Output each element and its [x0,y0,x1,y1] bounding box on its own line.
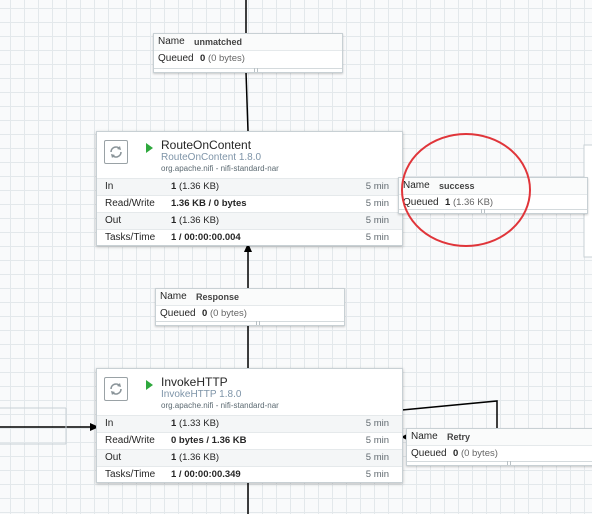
connection-name-label: Name [411,431,438,442]
connection-queued-value: 0 (0 bytes) [202,308,247,319]
connection-name-row: Name Retry [407,429,592,446]
queue-progress-bar [407,461,592,465]
connection-queued-row: Queued 0 (0 bytes) [407,446,592,462]
processor-type: InvokeHTTP 1.8.0 [161,389,242,400]
stat-value: 1 (1.36 KB) [171,452,220,463]
stat-row-tasks-time: Tasks/Time 1 / 00:00:00.349 5 min [97,466,402,483]
stat-time: 5 min [365,452,389,463]
queue-progress-bar [156,321,344,325]
stat-row-out: Out 1 (1.36 KB) 5 min [97,449,402,466]
connection-name-label: Name [160,291,187,302]
processor-icon [104,377,128,401]
processor-invoke-http[interactable]: InvokeHTTP InvokeHTTP 1.8.0 org.apache.n… [96,368,403,483]
connection-name: Retry [447,432,471,442]
connection-name-row: Name Response [156,289,344,306]
stat-time: 5 min [365,418,389,429]
stat-label: Tasks/Time [105,469,156,480]
processor-bundle: org.apache.nifi - nifi-standard-nar [161,401,279,410]
connection-name: Response [196,292,240,302]
stat-row-read-write: Read/Write 0 bytes / 1.36 KB 5 min [97,432,402,449]
stat-row-in: In 1 (1.33 KB) 5 min [97,415,402,432]
stat-label: In [105,418,114,429]
connection-response[interactable]: Name Response Queued 0 (0 bytes) [155,288,345,326]
stat-time: 5 min [365,435,389,446]
stat-label: Out [105,452,122,463]
processor-name: InvokeHTTP [161,375,228,389]
stat-time: 5 min [365,469,389,480]
processor-header: InvokeHTTP InvokeHTTP 1.8.0 org.apache.n… [97,369,402,415]
stat-value: 1 / 00:00:00.349 [171,469,241,480]
connection-queued-label: Queued [411,448,447,459]
connection-retry[interactable]: Name Retry Queued 0 (0 bytes) [406,428,592,466]
connection-queued-row: Queued 0 (0 bytes) [156,306,344,322]
stat-value: 0 bytes / 1.36 KB [171,435,247,446]
stat-value: 1 (1.33 KB) [171,418,220,429]
stat-label: Read/Write [105,435,155,446]
connection-queued-label: Queued [160,308,196,319]
running-icon [146,380,153,390]
connection-queued-value: 0 (0 bytes) [453,448,498,459]
